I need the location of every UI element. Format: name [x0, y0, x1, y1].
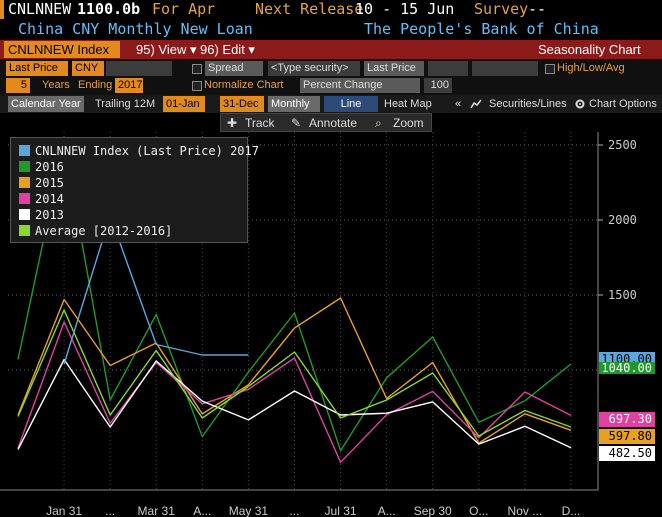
header-price: 1100.0b	[77, 0, 141, 18]
legend-swatch	[19, 145, 30, 156]
security-input[interactable]: CNLNNEW Index	[4, 41, 120, 58]
legend-label: CNLNNEW Index (Last Price) 2017	[35, 144, 259, 158]
tab-calendar-year[interactable]: Calendar Year	[8, 96, 84, 112]
base-value-input[interactable]: 100	[424, 78, 452, 93]
x-tick-label: O...	[469, 504, 488, 517]
securities-lines-icon	[470, 99, 482, 109]
normalize-label: Normalize Chart	[204, 79, 284, 91]
x-tick-label: ...	[289, 504, 299, 517]
next-release-label: Next Release	[255, 0, 364, 18]
chart-mode-tabs: Calendar Year Trailing 12M 01-Jan 31-Dec…	[0, 95, 662, 113]
legend-label: Average [2012-2016]	[35, 224, 173, 238]
high-low-checkbox[interactable]	[545, 64, 555, 74]
annotate-button[interactable]: Annotate	[309, 115, 357, 131]
settings-panel: Last Price CNY Spread <Type security> La…	[0, 59, 662, 95]
zoom-button[interactable]: Zoom	[393, 115, 424, 131]
frequency-select[interactable]: Monthly	[268, 96, 320, 112]
legend-label: 2016	[35, 160, 64, 174]
legend-swatch	[19, 193, 30, 204]
field-select[interactable]: Last Price	[6, 61, 68, 76]
x-tick-label: Jan 31	[46, 504, 82, 517]
legend-swatch	[19, 161, 30, 172]
x-tick-label: Sep 30	[414, 504, 452, 517]
y-tick-label: 2000	[608, 213, 637, 227]
type-security-input[interactable]: <Type security>	[268, 61, 360, 76]
tab-trailing-12m[interactable]: Trailing 12M	[92, 96, 158, 112]
x-tick-label: Jul 31	[325, 504, 357, 517]
series-line-2015[interactable]	[17, 297, 572, 444]
legend-entry[interactable]: CNLNNEW Index (Last Price) 2017	[19, 144, 259, 158]
legend-label: 2015	[35, 176, 64, 190]
view-menu[interactable]: 95) View ▾	[136, 41, 196, 58]
percent-change-select[interactable]: Percent Change	[300, 78, 420, 93]
y-tick-label: 2500	[608, 138, 637, 152]
pencil-icon: ✎	[291, 116, 302, 130]
crosshair-icon: ✚	[227, 116, 238, 130]
chart-options-button[interactable]: Chart Options	[586, 96, 660, 112]
magnifier-icon: ⌕	[375, 116, 382, 130]
legend-swatch	[19, 209, 30, 220]
chart-tools: ✚ Track ✎ Annotate ⌕ Zoom	[220, 113, 432, 132]
blank-field-1[interactable]	[106, 61, 172, 76]
track-button[interactable]: Track	[245, 115, 275, 131]
security-description: China CNY Monthly New Loan The People's …	[0, 19, 662, 39]
chart-name: Seasonality Chart	[538, 42, 641, 57]
ending-label: Ending	[78, 79, 113, 91]
legend-swatch	[19, 225, 30, 236]
security-source: The People's Bank of China	[364, 20, 599, 38]
spread-select[interactable]: Spread	[205, 61, 263, 76]
years-input[interactable]: 5	[6, 78, 30, 93]
x-tick-label: Nov ...	[508, 504, 543, 517]
security-header: CNLNNEW 1100.0b For Apr Next Release 10 …	[0, 0, 662, 20]
legend-entry[interactable]: 2016	[19, 160, 64, 174]
legend-label: 2014	[35, 192, 64, 206]
start-date-input[interactable]: 01-Jan	[163, 96, 205, 112]
price-box-2013: 482.50	[599, 446, 655, 461]
legend-entry[interactable]: 2013	[19, 208, 64, 222]
header-ticker: CNLNNEW	[8, 0, 72, 18]
price-box-2015: 597.80	[599, 429, 655, 444]
legend-entry[interactable]: 2014	[19, 192, 64, 206]
spread-checkbox[interactable]	[192, 64, 202, 74]
end-date-input[interactable]: 31-Dec	[220, 96, 264, 112]
x-tick-label: D...	[562, 504, 581, 517]
blank-field-2[interactable]	[428, 61, 468, 76]
legend-label: 2013	[35, 208, 64, 222]
survey-value: --	[528, 0, 547, 18]
currency-select[interactable]: CNY	[72, 61, 104, 76]
tab-line[interactable]: Line	[324, 96, 378, 112]
normalize-checkbox[interactable]	[192, 81, 202, 91]
header-marker	[0, 0, 4, 19]
price-box-2014: 697.30	[599, 412, 655, 427]
tab-heat-map[interactable]: Heat Map	[381, 96, 435, 112]
x-tick-label: Mar 31	[138, 504, 176, 517]
security-name: China CNY Monthly New Loan	[18, 20, 253, 38]
function-toolbar: CNLNNEW Index 95) View ▾ 96) Edit ▾ Seas…	[0, 40, 662, 59]
price-box-2016: 1040.00	[599, 362, 655, 374]
blank-field-3[interactable]	[472, 61, 538, 76]
next-release-value: 10 - 15 Jun	[355, 0, 455, 18]
legend-entry[interactable]: Average [2012-2016]	[19, 224, 172, 238]
x-tick-label: ...	[105, 504, 115, 517]
ending-input[interactable]: 2017	[115, 78, 143, 93]
securities-lines-button[interactable]: Securities/Lines	[486, 96, 570, 112]
years-label: Years	[42, 79, 70, 91]
survey-label: Survey	[474, 0, 529, 18]
x-tick-label: A...	[378, 504, 396, 517]
legend-swatch	[19, 177, 30, 188]
spread-field-select[interactable]: Last Price	[364, 61, 424, 76]
edit-menu[interactable]: 96) Edit ▾	[200, 41, 255, 58]
collapse-button[interactable]: «	[452, 96, 464, 112]
high-low-avg-label: High/Low/Avg	[557, 62, 625, 74]
gear-icon	[575, 99, 585, 109]
chart-legend[interactable]: CNLNNEW Index (Last Price) 2017 2016 2015 2…	[10, 137, 259, 243]
x-tick-label: A...	[193, 504, 211, 517]
y-tick-label: 1500	[608, 288, 637, 302]
legend-entry[interactable]: 2015	[19, 176, 64, 190]
header-period: For Apr	[152, 0, 216, 18]
x-tick-label: May 31	[229, 504, 269, 517]
